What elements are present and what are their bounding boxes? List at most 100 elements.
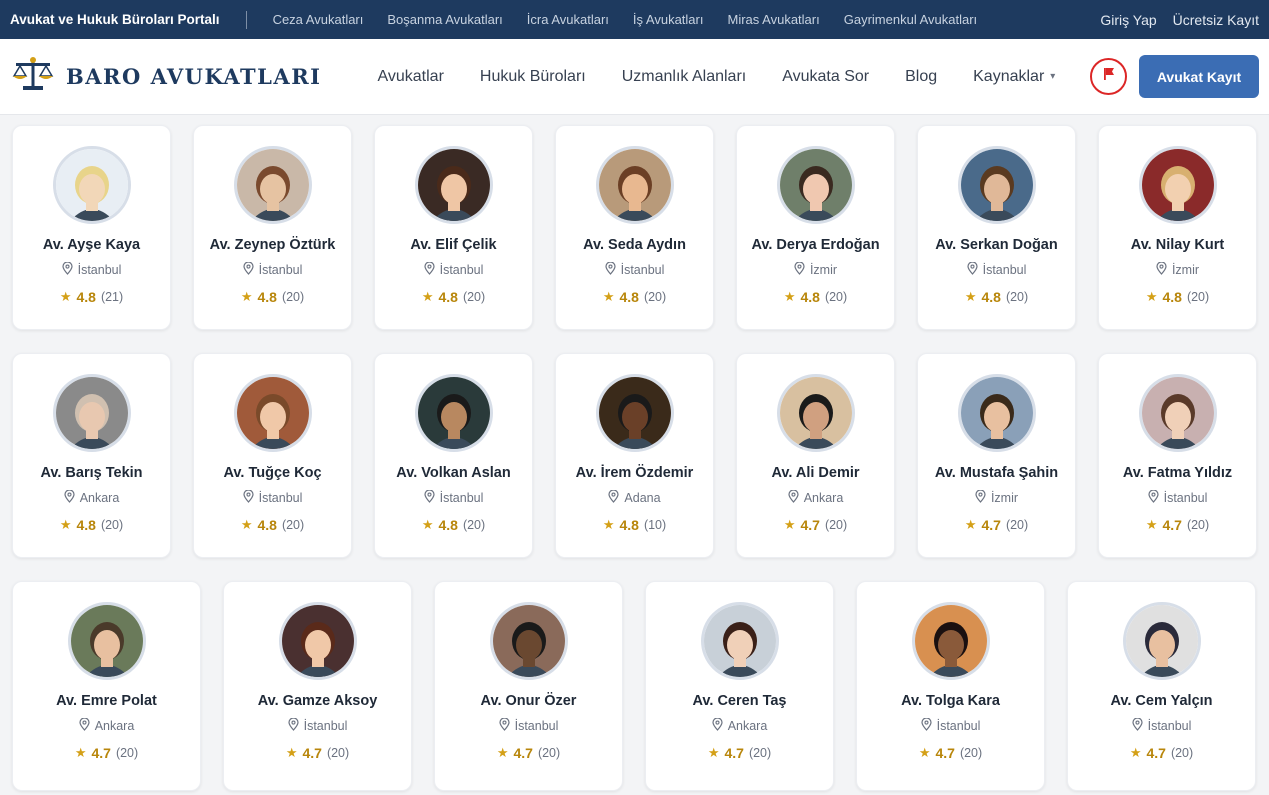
lawyer-card[interactable]: Av. Tuğçe Koç İstanbul ★ 4.8 (20) [193, 353, 352, 558]
link-is-avukatlari[interactable]: İş Avukatları [633, 12, 704, 27]
header-actions: Avukat Kayıt [1090, 55, 1259, 98]
map-pin-icon [794, 261, 805, 278]
chevron-down-icon: ▾ [1050, 71, 1056, 82]
site-logo[interactable]: BARO AVUKATLARI [12, 56, 321, 97]
link-icra-avukatlari[interactable]: İcra Avukatları [527, 12, 609, 27]
lawyer-card[interactable]: Av. Fatma Yıldız İstanbul ★ 4.7 (20) [1098, 353, 1257, 558]
review-count: (20) [462, 290, 486, 304]
lawyer-register-button[interactable]: Avukat Kayıt [1139, 55, 1259, 98]
avatar [233, 146, 312, 224]
map-pin-icon [967, 261, 978, 278]
lawyer-card[interactable]: Av. Seda Aydın İstanbul ★ 4.8 (20) [555, 125, 714, 330]
avatar [414, 146, 493, 224]
nav-avukatlar[interactable]: Avukatlar [377, 68, 443, 86]
lawyer-card[interactable]: Av. Serkan Doğan İstanbul ★ 4.8 (20) [917, 125, 1076, 330]
star-icon: ★ [421, 517, 434, 532]
lawyer-card[interactable]: Av. Ceren Taş Ankara ★ 4.7 (20) [645, 581, 834, 791]
map-pin-icon [921, 717, 932, 734]
city-label: Ankara [803, 491, 844, 505]
link-miras-avukatlari[interactable]: Miras Avukatları [727, 12, 819, 27]
star-icon: ★ [964, 289, 977, 304]
rating-score: 4.7 [935, 745, 955, 761]
lawyer-card[interactable]: Av. Cem Yalçın İstanbul ★ 4.7 (20) [1067, 581, 1256, 791]
nav-kaynaklar-dropdown[interactable]: Kaynaklar ▾ [973, 68, 1055, 86]
lawyer-card[interactable]: Av. Onur Özer İstanbul ★ 4.7 (20) [434, 581, 623, 791]
star-icon: ★ [602, 517, 615, 532]
nav-uzmanlik-alanlari[interactable]: Uzmanlık Alanları [622, 68, 747, 86]
lawyer-name: Av. Fatma Yıldız [1122, 465, 1233, 481]
city-label: İstanbul [258, 491, 303, 505]
map-pin-icon [605, 261, 616, 278]
map-pin-icon [1148, 489, 1159, 506]
top-bar-divider [245, 10, 247, 29]
lawyer-card[interactable]: Av. Gamze Aksoy İstanbul ★ 4.7 (20) [223, 581, 412, 791]
city-label: İstanbul [1163, 491, 1208, 505]
avatar [1138, 146, 1217, 224]
link-gayrimenkul-avukatlari[interactable]: Gayrimenkul Avukatları [844, 12, 977, 27]
nav-blog[interactable]: Blog [905, 68, 937, 86]
review-count: (21) [100, 290, 124, 304]
lawyer-location: İstanbul [1099, 489, 1256, 506]
map-pin-icon [424, 489, 435, 506]
avatar [776, 374, 855, 452]
lawyer-rating: ★ 4.8 (20) [375, 517, 532, 533]
lawyer-rating: ★ 4.8 (10) [556, 517, 713, 533]
rating-score: 4.8 [438, 517, 458, 533]
lawyer-rating: ★ 4.8 (20) [375, 289, 532, 305]
signup-link[interactable]: Ücretsiz Kayıt [1173, 12, 1259, 28]
city-label: İstanbul [439, 263, 484, 277]
lawyer-name: Av. Cem Yalçın [1110, 693, 1213, 709]
lawyer-card[interactable]: Av. Elif Çelik İstanbul ★ 4.8 (20) [374, 125, 533, 330]
lawyer-card[interactable]: Av. Ali Demir Ankara ★ 4.7 (20) [736, 353, 895, 558]
review-count: (20) [959, 746, 983, 760]
map-pin-icon [62, 261, 73, 278]
flag-icon [1101, 66, 1117, 87]
review-count: (20) [824, 290, 848, 304]
lawyer-card[interactable]: Av. Ayşe Kaya İstanbul ★ 4.8 (21) [12, 125, 171, 330]
star-icon: ★ [783, 289, 796, 304]
lawyer-location: İstanbul [918, 261, 1075, 278]
lawyer-location: İstanbul [13, 261, 170, 278]
lawyer-rating: ★ 4.8 (20) [737, 289, 894, 305]
nav-avukata-sor[interactable]: Avukata Sor [782, 68, 869, 86]
lawyer-location: İstanbul [556, 261, 713, 278]
review-count: (20) [281, 518, 305, 532]
lawyer-card[interactable]: Av. Mustafa Şahin İzmir ★ 4.7 (20) [917, 353, 1076, 558]
review-count: (20) [1170, 746, 1194, 760]
lawyer-rating: ★ 4.8 (20) [556, 289, 713, 305]
review-count: (20) [462, 518, 486, 532]
lawyer-rating: ★ 4.7 (20) [918, 517, 1075, 533]
lawyer-card[interactable]: Av. Barış Tekin Ankara ★ 4.8 (20) [12, 353, 171, 558]
city-label: İstanbul [982, 263, 1027, 277]
lawyer-location: İstanbul [375, 489, 532, 506]
login-link[interactable]: Giriş Yap [1100, 12, 1156, 28]
lawyer-card[interactable]: Av. İrem Özdemir Adana ★ 4.8 (10) [555, 353, 714, 558]
lawyer-name: Av. Emre Polat [56, 693, 157, 709]
lawyer-card[interactable]: Av. Nilay Kurt İzmir ★ 4.8 (20) [1098, 125, 1257, 330]
star-icon: ★ [1145, 517, 1158, 532]
star-icon: ★ [1145, 289, 1158, 304]
map-pin-icon [712, 717, 723, 734]
report-flag-button[interactable] [1090, 58, 1127, 95]
lawyer-rating: ★ 4.7 (20) [1068, 745, 1255, 761]
map-pin-icon [788, 489, 799, 506]
nav-hukuk-burolari[interactable]: Hukuk Büroları [480, 68, 586, 86]
lawyer-card[interactable]: Av. Emre Polat Ankara ★ 4.7 (20) [12, 581, 201, 791]
link-bosanma-avukatlari[interactable]: Boşanma Avukatları [387, 12, 502, 27]
city-label: İstanbul [439, 491, 484, 505]
review-count: (10) [643, 518, 667, 532]
star-icon: ★ [421, 289, 434, 304]
lawyer-card[interactable]: Av. Zeynep Öztürk İstanbul ★ 4.8 (20) [193, 125, 352, 330]
review-count: (20) [1186, 290, 1210, 304]
lawyer-card[interactable]: Av. Volkan Aslan İstanbul ★ 4.8 (20) [374, 353, 533, 558]
avatar [52, 146, 131, 224]
rating-score: 4.8 [257, 517, 277, 533]
lawyer-card[interactable]: Av. Tolga Kara İstanbul ★ 4.7 (20) [856, 581, 1045, 791]
lawyer-card[interactable]: Av. Derya Erdoğan İzmir ★ 4.8 (20) [736, 125, 895, 330]
link-ceza-avukatlari[interactable]: Ceza Avukatları [273, 12, 364, 27]
map-pin-icon [424, 261, 435, 278]
review-count: (20) [100, 518, 124, 532]
lawyer-rating: ★ 4.8 (20) [918, 289, 1075, 305]
star-icon: ★ [285, 745, 298, 760]
portal-title[interactable]: Avukat ve Hukuk Büroları Portalı [10, 12, 220, 27]
